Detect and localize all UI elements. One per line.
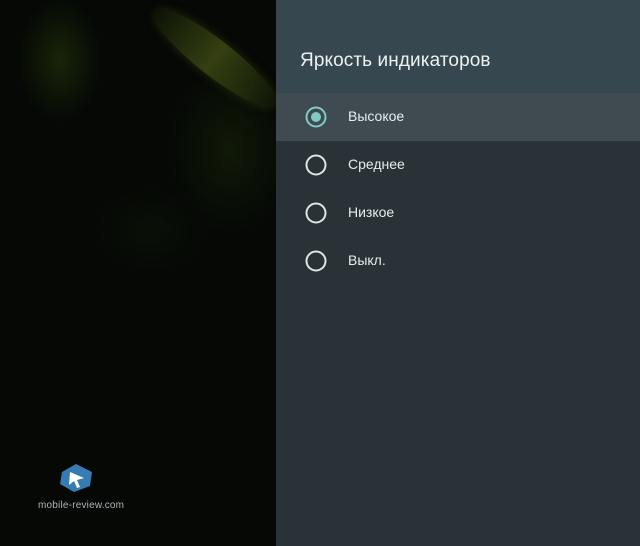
settings-panel: Яркость индикаторов Высокое Среднее Низк…	[276, 0, 640, 546]
option-off[interactable]: Выкл.	[276, 237, 640, 285]
options-list: Высокое Среднее Низкое Выкл.	[276, 93, 640, 285]
mobile-review-logo-icon	[60, 464, 92, 492]
radio-unchecked-icon	[305, 250, 327, 272]
option-label: Низкое	[348, 204, 395, 220]
dimmed-background: mobile-review.com	[0, 0, 286, 546]
page-title: Яркость индикаторов	[300, 50, 491, 71]
screen: mobile-review.com Яркость индикаторов Вы…	[0, 0, 640, 546]
option-low[interactable]: Низкое	[276, 189, 640, 237]
option-label: Высокое	[348, 108, 405, 124]
radio-unchecked-icon	[305, 202, 327, 224]
option-label: Среднее	[348, 156, 405, 172]
panel-header: Яркость индикаторов	[276, 0, 640, 93]
watermark-text: mobile-review.com	[38, 500, 125, 511]
option-label: Выкл.	[348, 252, 386, 268]
watermark: mobile-review.com	[30, 462, 124, 512]
background-leaf-decoration	[144, 0, 286, 119]
radio-unchecked-icon	[305, 154, 327, 176]
option-medium[interactable]: Среднее	[276, 141, 640, 189]
radio-checked-icon	[305, 106, 327, 128]
option-high[interactable]: Высокое	[276, 93, 640, 141]
